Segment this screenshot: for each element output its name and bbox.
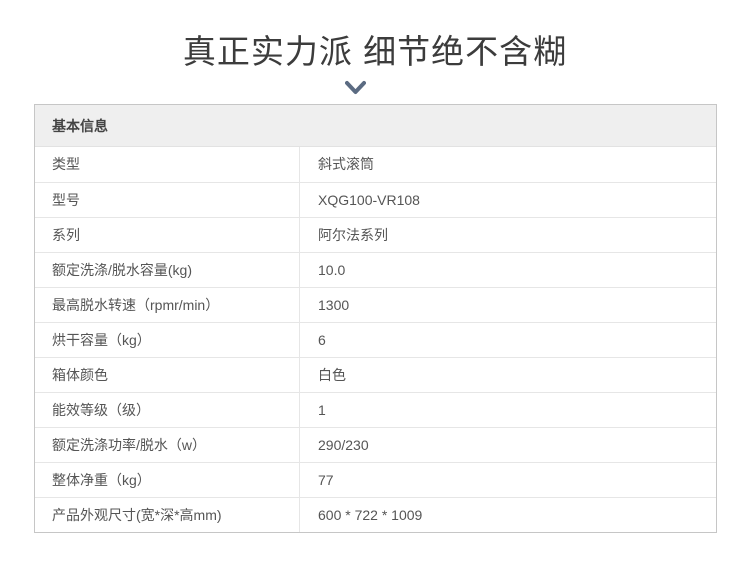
spec-value: 1300 bbox=[318, 297, 350, 313]
spec-label: 系列 bbox=[35, 218, 300, 252]
spec-value: 10.0 bbox=[318, 262, 346, 278]
spec-label: 箱体颜色 bbox=[35, 358, 300, 392]
spec-value: 阿尔法系列 bbox=[318, 227, 388, 243]
section-headline: 真正实力派 细节绝不含糊 bbox=[182, 33, 568, 70]
table-row: 型号 XQG100-VR108 bbox=[35, 182, 716, 217]
spec-value: 1 bbox=[318, 402, 326, 418]
spec-value: 白色 bbox=[318, 367, 346, 383]
table-row: 烘干容量（kg） 6 bbox=[35, 322, 716, 357]
product-detail-section: 真正实力派 细节绝不含糊 基本信息 类型 斜式滚筒 型号 XQG100-VR10… bbox=[0, 0, 750, 571]
spec-value: 6 bbox=[318, 332, 326, 348]
table-row: 额定洗涤功率/脱水（w） 290/230 bbox=[35, 427, 716, 462]
table-row: 整体净重（kg） 77 bbox=[35, 462, 716, 497]
spec-label: 额定洗涤/脱水容量(kg) bbox=[35, 253, 300, 287]
table-row: 能效等级（级） 1 bbox=[35, 392, 716, 427]
table-row: 箱体颜色 白色 bbox=[35, 357, 716, 392]
spec-label: 额定洗涤功率/脱水（w） bbox=[35, 428, 300, 462]
spec-label: 整体净重（kg） bbox=[35, 463, 300, 497]
spec-table: 基本信息 类型 斜式滚筒 型号 XQG100-VR108 系列 阿尔法系列 额定… bbox=[34, 104, 717, 533]
table-row: 额定洗涤/脱水容量(kg) 10.0 bbox=[35, 252, 716, 287]
spec-value: 600 * 722 * 1009 bbox=[318, 507, 423, 523]
table-row: 系列 阿尔法系列 bbox=[35, 217, 716, 252]
table-row: 类型 斜式滚筒 bbox=[35, 147, 716, 182]
spec-value: 290/230 bbox=[318, 437, 369, 453]
table-row: 产品外观尺寸(宽*深*高mm) 600 * 722 * 1009 bbox=[35, 497, 716, 532]
spec-label: 型号 bbox=[35, 183, 300, 217]
spec-value: 77 bbox=[318, 472, 334, 488]
spec-label: 烘干容量（kg） bbox=[35, 323, 300, 357]
spec-value: 斜式滚筒 bbox=[318, 156, 374, 172]
spec-label: 最高脱水转速（rpmr/min） bbox=[35, 288, 300, 322]
chevron-down-icon bbox=[345, 81, 366, 94]
spec-rows: 类型 斜式滚筒 型号 XQG100-VR108 系列 阿尔法系列 额定洗涤/脱水… bbox=[35, 147, 716, 532]
spec-label: 类型 bbox=[35, 147, 300, 182]
spec-section-title: 基本信息 bbox=[35, 105, 716, 147]
spec-label: 产品外观尺寸(宽*深*高mm) bbox=[35, 498, 300, 532]
spec-label: 能效等级（级） bbox=[35, 393, 300, 427]
table-row: 最高脱水转速（rpmr/min） 1300 bbox=[35, 287, 716, 322]
spec-value: XQG100-VR108 bbox=[318, 192, 420, 208]
